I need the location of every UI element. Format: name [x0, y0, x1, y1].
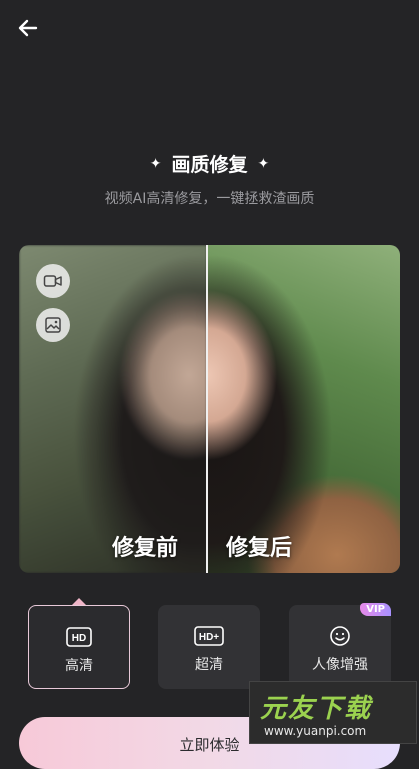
compare-divider-handle[interactable]	[206, 245, 208, 573]
before-label: 修复前	[112, 536, 179, 561]
arrow-left-icon	[18, 19, 38, 37]
watermark-url: www.yuanpi.com	[264, 724, 367, 738]
option-label: 人像增强	[312, 657, 368, 673]
after-label: 修复后	[226, 536, 293, 561]
page-title: 画质修复	[171, 154, 248, 176]
video-mode-button[interactable]	[36, 264, 70, 298]
page-subtitle: 视频AI高清修复，一键拯救渣画质	[104, 191, 315, 207]
image-icon	[45, 317, 61, 333]
sparkle-icon: ✦	[149, 155, 162, 172]
photo-mode-button[interactable]	[36, 308, 70, 342]
svg-text:HD+: HD+	[199, 632, 219, 643]
hero-title-row: ✦ 画质修复 ✦	[0, 150, 419, 177]
option-label: 超清	[195, 657, 223, 673]
back-button[interactable]	[14, 14, 42, 42]
watermark-title: 元友下载	[260, 694, 373, 724]
video-camera-icon	[43, 275, 62, 287]
watermark-logo: 元友下载 www.yuanpi.com	[249, 681, 417, 744]
selected-pointer	[72, 598, 86, 605]
after-image	[207, 245, 400, 573]
face-smile-icon	[329, 625, 351, 647]
before-after-preview: 修复前 修复后	[19, 245, 400, 573]
hd-plus-icon: HD+	[194, 625, 224, 647]
option-hd[interactable]: HD 高清	[28, 605, 130, 689]
sparkle-icon: ✦	[257, 155, 270, 172]
svg-text:HD: HD	[72, 633, 86, 644]
option-portrait-enhance[interactable]: VIP 人像增强	[289, 603, 391, 689]
option-hd-plus[interactable]: HD+ 超清	[158, 605, 260, 689]
vip-badge: VIP	[360, 603, 391, 616]
option-label: 高清	[65, 658, 93, 674]
hd-icon: HD	[66, 626, 92, 648]
